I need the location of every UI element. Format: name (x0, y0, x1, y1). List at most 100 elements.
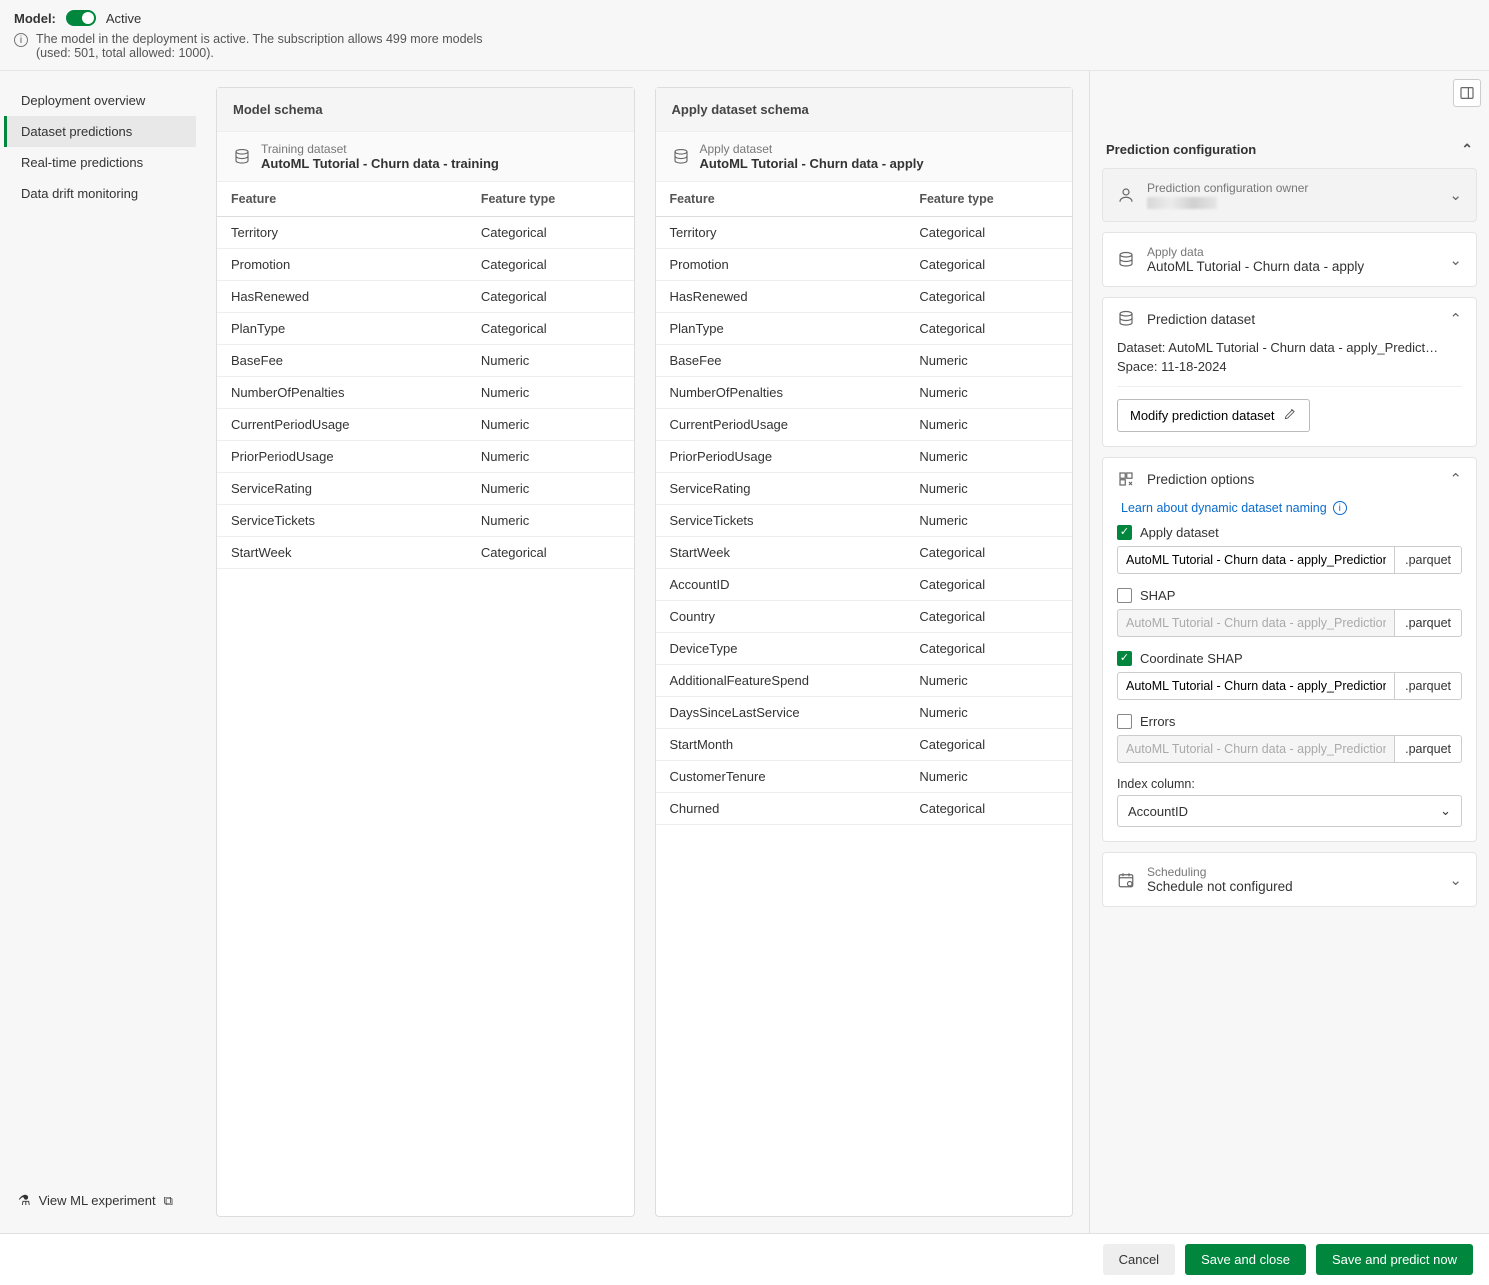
apply-dataset-checkbox[interactable] (1117, 525, 1132, 540)
table-row: DaysSinceLastServiceNumeric (656, 697, 1073, 729)
type-cell: Numeric (467, 377, 634, 408)
table-row: BaseFeeNumeric (656, 345, 1073, 377)
save-and-close-button[interactable]: Save and close (1185, 1244, 1306, 1275)
flask-icon (18, 1192, 31, 1209)
errors-checkbox[interactable] (1117, 714, 1132, 729)
type-cell: Numeric (905, 697, 1072, 728)
table-row: ServiceRatingNumeric (656, 473, 1073, 505)
type-cell: Numeric (467, 473, 634, 504)
left-nav: Deployment overviewDataset predictionsRe… (0, 71, 200, 1233)
coordinate-shap-checkbox[interactable] (1117, 651, 1132, 666)
external-link-icon (164, 1193, 173, 1209)
prediction-options-header[interactable]: Prediction options ⌃ (1103, 458, 1476, 500)
type-cell: Numeric (905, 409, 1072, 440)
type-cell: Numeric (905, 441, 1072, 472)
feature-cell: Churned (656, 793, 906, 824)
feature-cell: BaseFee (656, 345, 906, 376)
feature-cell: DeviceType (656, 633, 906, 664)
topbar: Model: Active i The model in the deploym… (0, 0, 1489, 71)
type-cell: Categorical (905, 217, 1072, 248)
shap-checkbox[interactable] (1117, 588, 1132, 603)
feature-cell: ServiceTickets (656, 505, 906, 536)
type-cell: Numeric (467, 345, 634, 376)
options-icon (1117, 470, 1135, 488)
table-row: PriorPeriodUsageNumeric (656, 441, 1073, 473)
table-row: PlanTypeCategorical (656, 313, 1073, 345)
file-ext: .parquet (1394, 609, 1462, 637)
table-row: PromotionCategorical (656, 249, 1073, 281)
model-schema-title: Model schema (217, 88, 634, 132)
chevron-down-icon: ⌄ (1449, 251, 1462, 269)
type-cell: Numeric (467, 505, 634, 536)
feature-cell: PriorPeriodUsage (656, 441, 906, 472)
feature-cell: StartWeek (656, 537, 906, 568)
cancel-button[interactable]: Cancel (1103, 1244, 1175, 1275)
chevron-down-icon: ⌄ (1440, 803, 1451, 819)
right-panel: Prediction configuration ⌃ Prediction co… (1089, 71, 1489, 1233)
feature-cell: HasRenewed (217, 281, 467, 312)
table-row: AdditionalFeatureSpendNumeric (656, 665, 1073, 697)
table-row: NumberOfPenaltiesNumeric (656, 377, 1073, 409)
nav-item[interactable]: Real-time predictions (4, 147, 196, 178)
feature-cell: AccountID (656, 569, 906, 600)
modify-prediction-dataset-button[interactable]: Modify prediction dataset (1117, 399, 1310, 432)
type-cell: Categorical (905, 313, 1072, 344)
type-cell: Categorical (905, 793, 1072, 824)
database-icon (1117, 251, 1135, 269)
pencil-icon (1283, 407, 1297, 424)
feature-cell: ServiceRating (217, 473, 467, 504)
table-row: CurrentPeriodUsageNumeric (217, 409, 634, 441)
learn-link-text: Learn about dynamic dataset naming (1121, 501, 1327, 515)
view-ml-experiment-link[interactable]: View ML experiment (4, 1182, 196, 1219)
apply-dataset-option-label: Apply dataset (1140, 525, 1219, 540)
chevron-up-icon[interactable]: ⌃ (1461, 141, 1473, 158)
table-row: ServiceTicketsNumeric (656, 505, 1073, 537)
feature-cell: Promotion (217, 249, 467, 280)
table-row: PlanTypeCategorical (217, 313, 634, 345)
table-row: BaseFeeNumeric (217, 345, 634, 377)
feature-cell: NumberOfPenalties (217, 377, 467, 408)
owner-section[interactable]: Prediction configuration owner ⌄ (1102, 168, 1477, 222)
nav-item[interactable]: Deployment overview (4, 85, 196, 116)
apply-schema-header-type: Feature type (905, 182, 1072, 216)
table-row: StartMonthCategorical (656, 729, 1073, 761)
prediction-dataset-header[interactable]: Prediction dataset ⌃ (1103, 298, 1476, 340)
feature-cell: BaseFee (217, 345, 467, 376)
table-row: HasRenewedCategorical (217, 281, 634, 313)
learn-link[interactable]: Learn about dynamic dataset naming i (1121, 501, 1347, 515)
panel-toggle-button[interactable] (1453, 79, 1481, 107)
feature-cell: StartMonth (656, 729, 906, 760)
chevron-down-icon: ⌄ (1449, 186, 1462, 204)
coordinate-shap-filename-input[interactable] (1117, 672, 1394, 700)
feature-cell: DaysSinceLastService (656, 697, 906, 728)
model-schema-header-type: Feature type (467, 182, 634, 216)
type-cell: Categorical (905, 249, 1072, 280)
table-row: StartWeekCategorical (217, 537, 634, 569)
table-row: NumberOfPenaltiesNumeric (217, 377, 634, 409)
save-and-predict-button[interactable]: Save and predict now (1316, 1244, 1473, 1275)
apply-schema-header-feature: Feature (656, 182, 906, 216)
nav-item[interactable]: Dataset predictions (4, 116, 196, 147)
apply-dataset-filename-input[interactable] (1117, 546, 1394, 574)
nav-item[interactable]: Data drift monitoring (4, 178, 196, 209)
apply-data-section[interactable]: Apply data AutoML Tutorial - Churn data … (1102, 232, 1477, 287)
feature-cell: ServiceRating (656, 473, 906, 504)
index-column-select[interactable]: AccountID ⌄ (1117, 795, 1462, 827)
scheduling-value: Schedule not configured (1147, 879, 1437, 894)
scheduling-section[interactable]: Scheduling Schedule not configured ⌄ (1102, 852, 1477, 907)
owner-label: Prediction configuration owner (1147, 181, 1437, 195)
type-cell: Numeric (905, 761, 1072, 792)
prediction-dataset-label: Prediction dataset (1147, 312, 1437, 327)
prediction-dataset-space: Space: 11-18-2024 (1117, 359, 1462, 374)
database-icon (233, 148, 251, 166)
table-row: CustomerTenureNumeric (656, 761, 1073, 793)
feature-cell: ServiceTickets (217, 505, 467, 536)
feature-cell: Territory (217, 217, 467, 248)
index-column-label: Index column: (1117, 777, 1462, 791)
training-dataset-name: AutoML Tutorial - Churn data - training (261, 156, 499, 171)
model-active-toggle[interactable] (66, 10, 96, 26)
type-cell: Numeric (467, 441, 634, 472)
feature-cell: StartWeek (217, 537, 467, 568)
type-cell: Categorical (467, 281, 634, 312)
apply-data-label: Apply data (1147, 245, 1437, 259)
